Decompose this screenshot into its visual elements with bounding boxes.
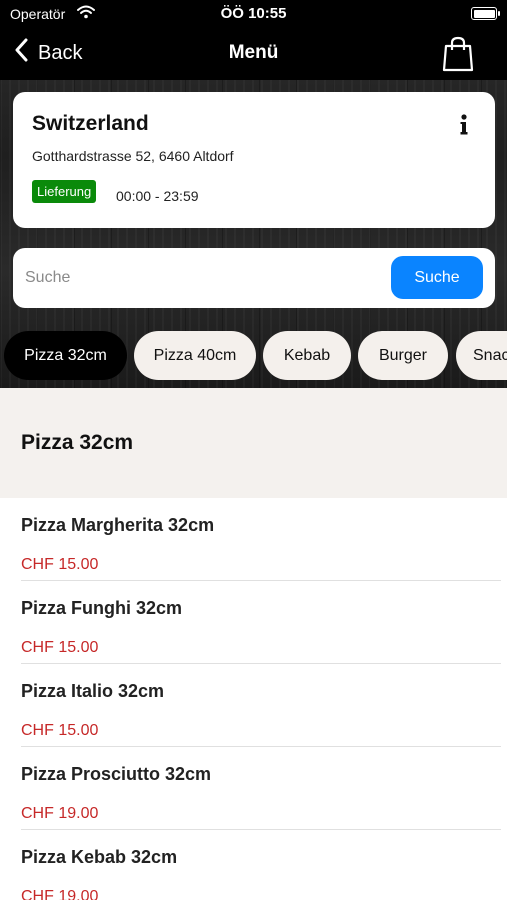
tab-pizza-40cm[interactable]: Pizza 40cm [134,331,256,380]
tab-kebab[interactable]: Kebab [263,331,351,380]
menu-list: Pizza Margherita 32cm CHF 15.00 Pizza Fu… [0,498,507,900]
search-input[interactable] [25,262,385,294]
item-name: Pizza Italio 32cm [21,681,165,701]
restaurant-name: Switzerland [32,112,149,135]
battery-icon [471,7,500,20]
category-tabs: Pizza 32cm Pizza 40cm Kebab Burger Snack… [0,331,507,381]
item-price: CHF 19.00 [21,805,99,822]
menu-item[interactable]: Pizza Kebab 32cm CHF 19.00 [0,830,507,900]
section-header: Pizza 32cm [0,388,507,498]
item-name: Pizza Margherita 32cm [21,515,215,535]
navigation-bar: Back Menü [0,28,507,80]
search-bar: Suche [13,248,495,308]
item-price: CHF 15.00 [21,556,99,573]
page-title: Menü [228,42,279,63]
shopping-bag-icon[interactable] [442,36,474,77]
menu-item[interactable]: Pizza Funghi 32cm CHF 15.00 [0,581,507,664]
item-price: CHF 15.00 [21,639,99,656]
delivery-badge: Lieferung [32,180,97,203]
status-time: ÖÖ 10:55 [220,5,287,22]
tab-pizza-32cm[interactable]: Pizza 32cm [4,331,127,380]
item-price: CHF 15.00 [21,722,99,739]
status-bar: Operatör ÖÖ 10:55 [0,0,507,28]
info-icon[interactable] [459,114,469,141]
menu-item[interactable]: Pizza Italio 32cm CHF 15.00 [0,664,507,747]
tab-burger[interactable]: Burger [358,331,448,380]
item-name: Pizza Funghi 32cm [21,598,183,618]
item-name: Pizza Kebab 32cm [21,847,178,867]
item-price: CHF 19.00 [21,888,99,900]
item-name: Pizza Prosciutto 32cm [21,764,212,784]
tab-snacks[interactable]: Snacks [456,331,507,380]
section-title: Pizza 32cm [21,431,134,454]
search-button[interactable]: Suche [391,256,483,299]
menu-item[interactable]: Pizza Margherita 32cm CHF 15.00 [0,498,507,581]
opening-hours: 00:00 - 23:59 [116,188,199,204]
menu-item[interactable]: Pizza Prosciutto 32cm CHF 19.00 [0,747,507,830]
restaurant-address: Gotthardstrasse 52, 6460 Altdorf [32,148,234,164]
restaurant-card: Switzerland Gotthardstrasse 52, 6460 Alt… [13,92,495,228]
